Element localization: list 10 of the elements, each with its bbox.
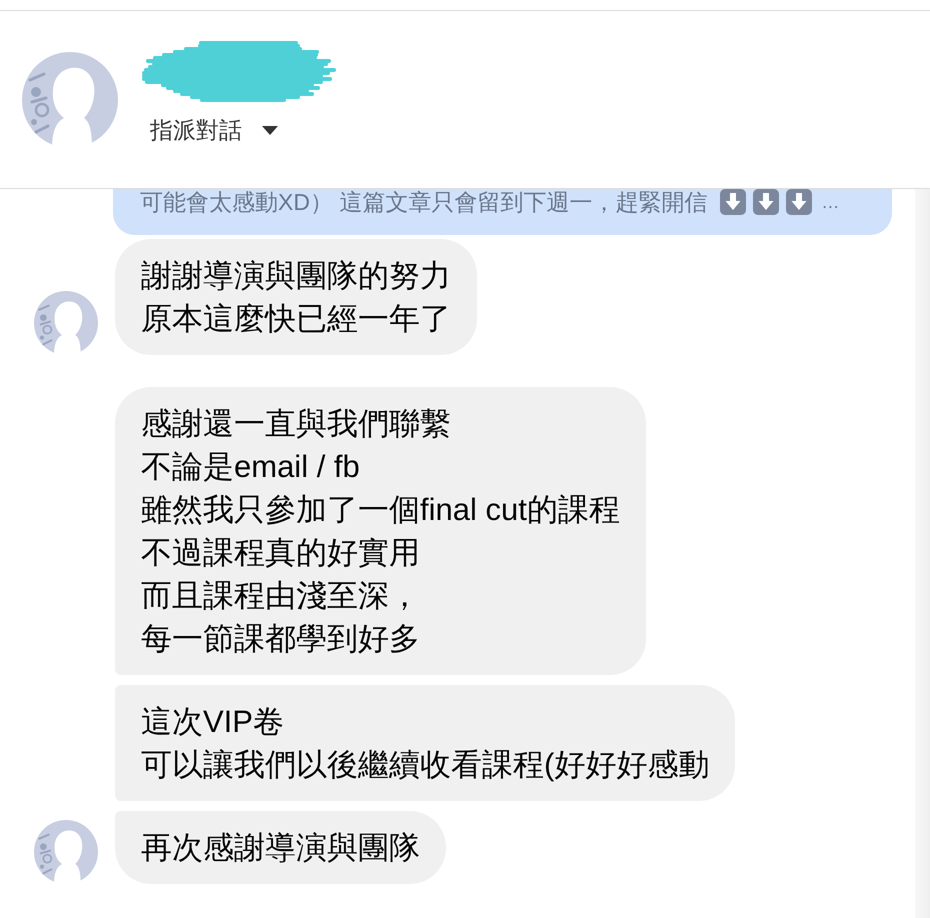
message-bubble: 感謝還一直與我們聯繫 不論是email / fb 雖然我只參加了一個final cut的課程 不過課程真的好實用 而且課程由淺至深， 每一節課都學到好多 bbox=[115, 387, 646, 675]
message-bubble: 謝謝導演與團隊的努力 原本這麼快已經一年了 bbox=[115, 239, 477, 355]
truncation-ellipsis: … bbox=[821, 191, 840, 214]
contact-avatar bbox=[34, 291, 98, 355]
post-preview-text: 可能會太感動XD） 這篇文章只會留到下週一，趕緊開信 bbox=[140, 189, 708, 215]
assign-conversation-dropdown[interactable]: 指派對話 bbox=[150, 115, 278, 145]
caret-icon bbox=[262, 126, 278, 134]
message-bubble: 這次VIP卷 可以讓我們以後繼續收看課程(好好好感動 bbox=[115, 685, 736, 801]
message-bubble: 再次感謝導演與團隊 bbox=[115, 811, 446, 884]
contact-avatar bbox=[34, 820, 98, 884]
